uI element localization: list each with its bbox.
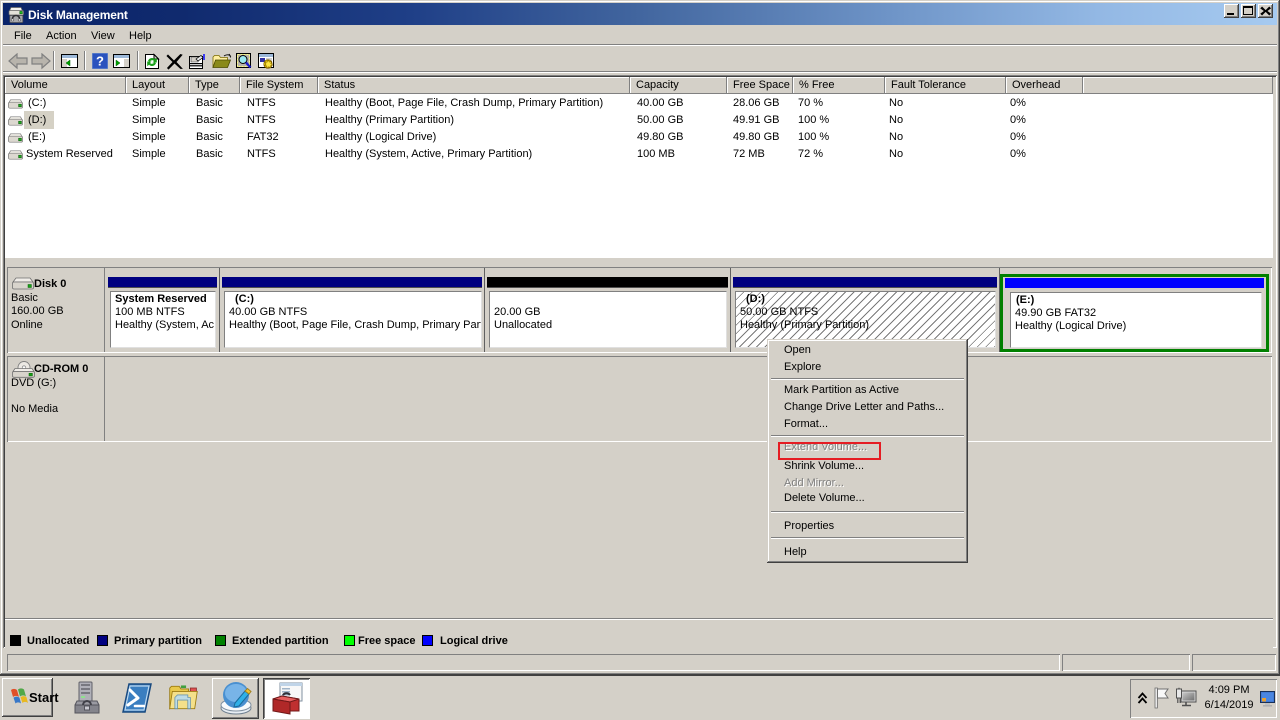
svg-text:?: ? bbox=[96, 54, 104, 69]
